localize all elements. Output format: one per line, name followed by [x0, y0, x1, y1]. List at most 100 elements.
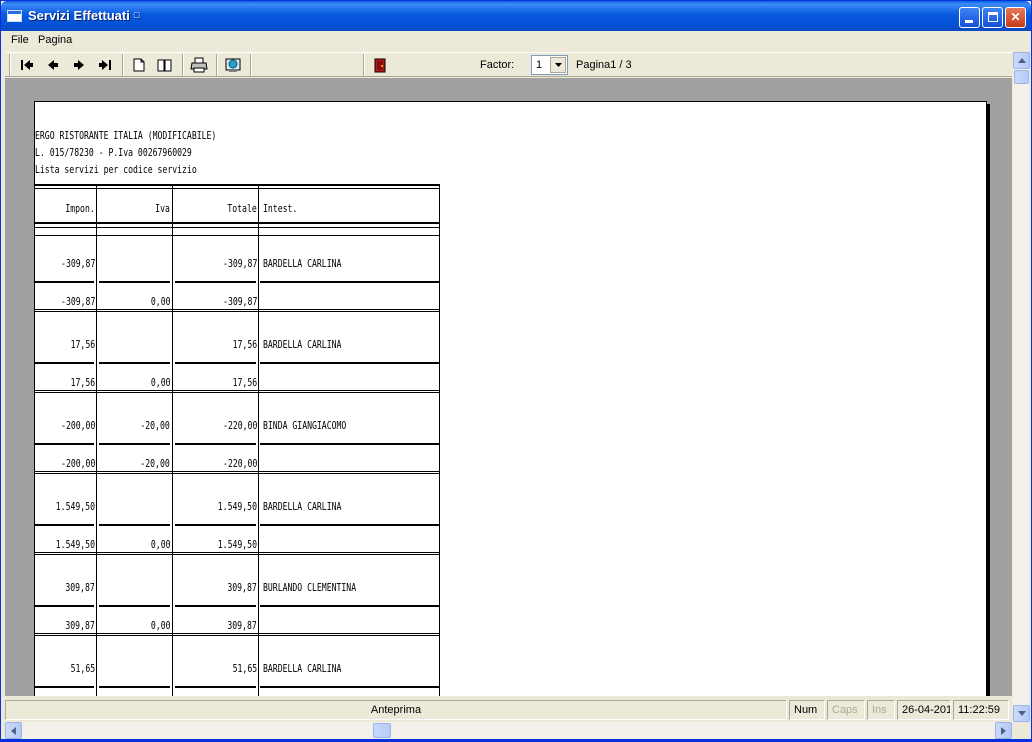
- subtotal-totale: 1.549,50: [217, 538, 257, 551]
- title-bar[interactable]: Servizi Effettuati □ ✕: [1, 1, 1031, 31]
- window-app-icon: [7, 10, 22, 22]
- scroll-down-button[interactable]: [1013, 705, 1030, 722]
- subtotal-totale: 309,87: [227, 619, 257, 632]
- print-icon: [190, 57, 208, 73]
- cell-intest: BURLANDO CLEMENTINA: [263, 581, 357, 594]
- group-rule: [35, 635, 439, 636]
- print-button[interactable]: [189, 56, 209, 74]
- toolbar: Factor: 1 Pagina1 / 3: [5, 52, 1012, 77]
- subtotal-impon: -309,87: [60, 295, 95, 308]
- chevron-down-icon: [1017, 711, 1026, 716]
- exit-button[interactable]: [370, 56, 390, 74]
- last-page-button[interactable]: [95, 56, 115, 74]
- column-header-intest: Intest.: [263, 202, 298, 215]
- single-page-icon: [133, 58, 145, 72]
- subtotal-iva: 0,00: [150, 376, 170, 389]
- column-divider: [258, 184, 259, 696]
- cell-impon: 1.549,50: [55, 500, 95, 513]
- row-underline: [99, 281, 170, 283]
- cell-totale: -220,00: [222, 419, 257, 432]
- single-page-button[interactable]: [129, 56, 149, 74]
- dropdown-arrow-button[interactable]: [550, 57, 566, 73]
- document-viewport[interactable]: ERGO RISTORANTE ITALIA (MODIFICABILE) L.…: [5, 78, 1012, 696]
- close-button[interactable]: ✕: [1005, 7, 1026, 28]
- cell-totale: 1.549,50: [217, 500, 257, 513]
- status-time: 11:22:59: [953, 700, 1009, 720]
- window-title-marker: □: [133, 10, 140, 20]
- cell-intest: BARDELLA CARLINA: [263, 257, 342, 270]
- cell-impon: 17,56: [70, 338, 95, 351]
- subtotal-iva: 0,00: [150, 538, 170, 551]
- first-page-button[interactable]: [17, 56, 37, 74]
- toolbar-separator: [182, 54, 184, 76]
- subtotal-impon: 1.549,50: [55, 538, 95, 551]
- group-rule: [35, 309, 439, 310]
- row-underline: [35, 605, 94, 607]
- scroll-up-button[interactable]: [1013, 52, 1030, 69]
- exit-door-icon: [374, 58, 386, 72]
- group-rule: [35, 390, 439, 391]
- factor-value: 1: [536, 59, 543, 71]
- window-title-text: Servizi Effettuati: [28, 8, 130, 23]
- horizontal-scroll-thumb[interactable]: [373, 723, 391, 738]
- subtotal-impon: 17,56: [70, 376, 95, 389]
- vertical-scroll-thumb[interactable]: [1014, 70, 1029, 84]
- window-title: Servizi Effettuati □: [28, 8, 139, 23]
- two-pages-button[interactable]: [155, 56, 175, 74]
- group-rule: [35, 552, 439, 553]
- cell-totale: -309,87: [222, 257, 257, 270]
- horizontal-scrollbar[interactable]: [5, 722, 1012, 739]
- factor-select[interactable]: 1: [531, 55, 568, 75]
- report-preview-window: Servizi Effettuati □ ✕ File Pagina Facto…: [0, 0, 1032, 742]
- report-header-line: Lista servizi per codice servizio: [35, 163, 197, 176]
- factor-label: Factor:: [480, 59, 515, 71]
- subtotal-totale: -309,87: [222, 295, 257, 308]
- group-rule: [35, 554, 439, 555]
- row-underline: [99, 524, 170, 526]
- subtotal-impon: -200,00: [60, 457, 95, 470]
- row-underline: [99, 362, 170, 364]
- scroll-left-button[interactable]: [5, 722, 22, 739]
- row-underline: [260, 443, 439, 445]
- report-page: ERGO RISTORANTE ITALIA (MODIFICABILE) L.…: [34, 101, 987, 696]
- group-rule: [35, 311, 439, 312]
- report-header-line: ERGO RISTORANTE ITALIA (MODIFICABILE): [35, 129, 217, 142]
- group-rule: [35, 392, 439, 393]
- cell-intest: BARDELLA CARLINA: [263, 338, 342, 351]
- row-underline: [260, 281, 439, 283]
- row-underline: [260, 686, 439, 688]
- row-underline: [260, 605, 439, 607]
- toolbar-grip: [9, 54, 11, 76]
- menu-file[interactable]: File: [11, 34, 29, 46]
- row-underline: [99, 686, 170, 688]
- chevron-down-icon: [554, 63, 562, 67]
- column-header-impon: Impon.: [65, 202, 95, 215]
- status-caps: Caps: [827, 700, 865, 720]
- menu-pagina[interactable]: Pagina: [38, 34, 72, 46]
- chevron-right-icon: [1001, 726, 1006, 735]
- maximize-button[interactable]: [982, 7, 1003, 28]
- subtotal-iva: -20,00: [140, 457, 170, 470]
- subtotal-totale: 17,56: [232, 376, 257, 389]
- scroll-right-button[interactable]: [995, 722, 1012, 739]
- chevron-left-icon: [11, 726, 16, 735]
- status-main: Anteprima: [5, 700, 787, 720]
- next-page-button[interactable]: [69, 56, 89, 74]
- row-underline: [35, 524, 94, 526]
- row-underline: [35, 362, 94, 364]
- vertical-scrollbar[interactable]: [1012, 52, 1030, 722]
- row-underline: [175, 524, 256, 526]
- row-underline: [260, 362, 439, 364]
- export-button[interactable]: [223, 56, 243, 74]
- column-divider: [439, 184, 440, 696]
- first-page-icon: [21, 60, 33, 70]
- status-ins: Ins: [867, 700, 895, 720]
- previous-page-button[interactable]: [43, 56, 63, 74]
- cell-impon: 51,65: [70, 662, 95, 675]
- cell-impon: -200,00: [60, 419, 95, 432]
- column-header-iva: Iva: [155, 202, 170, 215]
- status-date: 26-04-2016: [897, 700, 951, 720]
- row-underline: [99, 605, 170, 607]
- cell-iva: -20,00: [140, 419, 170, 432]
- minimize-button[interactable]: [959, 7, 980, 28]
